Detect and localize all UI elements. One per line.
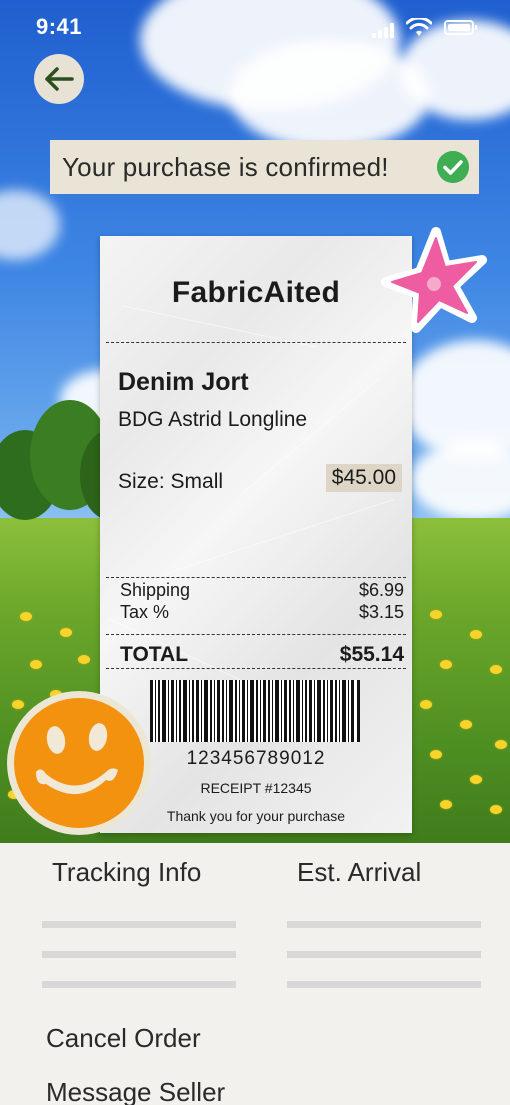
order-details-sheet: Tracking Info Est. Arrival Cancel Order … — [0, 843, 510, 1105]
smiley-sticker-icon — [7, 691, 151, 835]
arrival-placeholder-line — [287, 951, 481, 958]
tracking-placeholder-line — [42, 921, 236, 928]
arrow-left-icon — [45, 67, 74, 91]
tax-value: $3.15 — [358, 602, 404, 622]
check-circle-icon — [437, 151, 469, 183]
divider — [106, 342, 406, 343]
tracking-placeholder-line — [42, 981, 236, 988]
est-arrival-title: Est. Arrival — [297, 857, 422, 887]
battery-icon — [444, 20, 477, 35]
arrival-placeholder-line — [287, 921, 481, 928]
item-description: BDG Astrid Longline — [118, 408, 308, 431]
signal-icon — [372, 22, 398, 38]
total-value: $55.14 — [339, 643, 404, 666]
item-price: $45.00 — [325, 464, 402, 492]
back-button[interactable] — [34, 54, 84, 104]
store-name: FabricAited — [171, 276, 341, 309]
tax-label: Tax % — [120, 602, 170, 622]
message-seller-button[interactable]: Message Seller — [46, 1077, 225, 1105]
shipping-label: Shipping — [120, 580, 191, 600]
item-name: Denim Jort — [118, 368, 249, 396]
status-bar: 9:41 — [0, 0, 510, 60]
divider — [106, 634, 406, 635]
barcode — [150, 680, 360, 742]
divider — [106, 577, 406, 578]
shipping-value: $6.99 — [358, 580, 404, 600]
item-size: Size: Small — [118, 470, 224, 493]
tracking-info-title: Tracking Info — [52, 857, 202, 887]
total-row: TOTAL $55.14 — [120, 643, 404, 667]
confirmation-banner: Your purchase is confirmed! — [50, 140, 479, 194]
flower-sticker-icon — [381, 227, 487, 333]
status-time: 9:41 — [36, 14, 83, 39]
shipping-row: Shipping $6.99 — [120, 580, 404, 601]
confirmation-text: Your purchase is confirmed! — [62, 151, 389, 182]
divider — [106, 668, 406, 669]
wifi-icon — [406, 18, 432, 36]
tax-row: Tax % $3.15 — [120, 602, 404, 623]
total-label: TOTAL — [120, 643, 189, 666]
arrival-placeholder-line — [287, 981, 481, 988]
cancel-order-button[interactable]: Cancel Order — [46, 1023, 201, 1054]
tracking-placeholder-line — [42, 951, 236, 958]
